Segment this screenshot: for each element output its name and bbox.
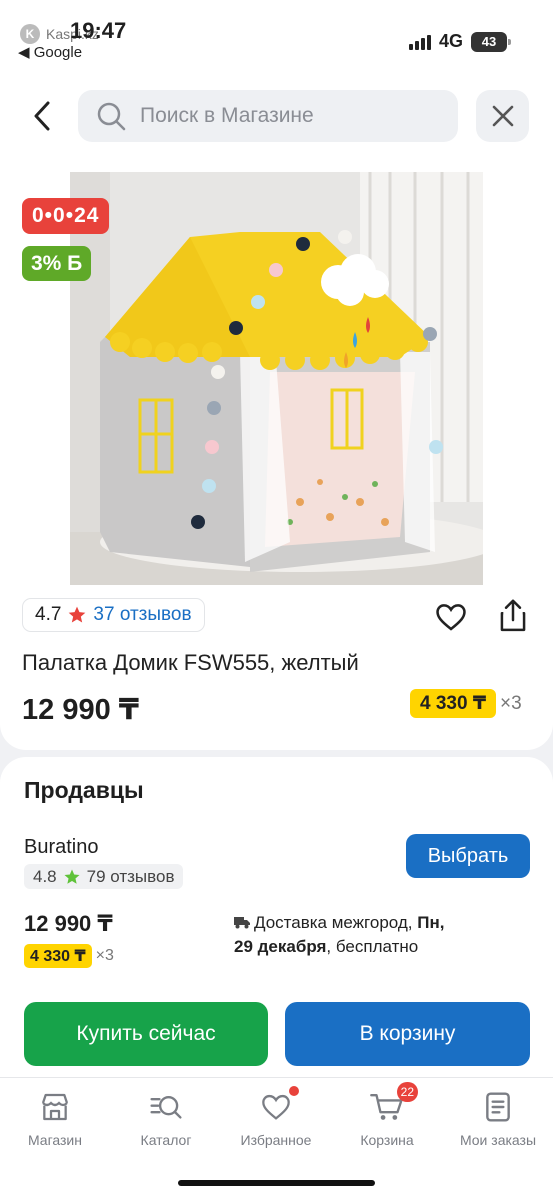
favorite-button[interactable] [434,600,468,634]
nav-item-favorites[interactable]: Избранное [221,1086,331,1148]
star-icon [64,869,80,884]
back-button[interactable] [22,92,62,140]
seller-name[interactable]: Buratino [24,836,99,859]
cart-icon: 22 [370,1082,418,1124]
installment-badge: 4 330 ₸ [410,689,497,718]
orders-icon [481,1090,515,1124]
nav-item-orders[interactable]: Мои заказы [443,1090,553,1148]
delivery-info: Доставка межгород, Пн, 29 декабря, беспла… [234,911,494,959]
add-to-cart-button[interactable]: В корзину [285,1002,530,1066]
nav-label: Избранное [240,1132,312,1148]
chevron-left-icon [34,101,50,131]
installment-info: 4 330 ₸ ×3 [410,689,522,718]
store-icon [38,1090,72,1124]
nav-item-catalog[interactable]: Каталог [111,1090,221,1148]
product-card: Поиск в Магазине 0•0•24 3% Б 4.7 37 отзы… [0,70,553,750]
cart-count-badge: 22 [396,1082,418,1102]
search-icon [97,102,126,131]
rating-value: 4.7 [35,604,62,625]
search-input[interactable]: Поиск в Магазине [78,90,458,142]
status-bar: K Kaspi.kz 19:47 ◀ Google 4G 43 [0,0,553,70]
seller-reviews: 79 отзывов [86,866,175,886]
delivery-prefix: Доставка межгород, [254,913,418,932]
reviews-link[interactable]: 37 отзывов [93,604,191,626]
battery-icon: 43 [471,31,511,52]
nav-item-cart[interactable]: 22 Корзина [332,1082,442,1148]
seller-installment-badge: 4 330 ₸ [24,944,92,968]
heart-icon [259,1086,299,1124]
seller-installment-multiplier: ×3 [95,947,114,964]
product-price: 12 990 ₸ [22,694,139,726]
installment-multiplier: ×3 [500,692,522,714]
product-image[interactable] [70,172,483,585]
seller-rating[interactable]: 4.8 79 отзывов [24,864,184,889]
timer-badge: 0•0•24 [22,198,110,234]
nav-item-store[interactable]: Магазин [0,1090,110,1148]
seller-installment: 4 330 ₸ ×3 [24,944,114,968]
status-indicators: 4G 43 [408,31,511,52]
delivery-day: Пн, [417,913,445,932]
heart-icon [436,604,466,631]
tent-image [70,172,483,585]
close-icon [492,105,513,127]
nav-label: Корзина [360,1132,414,1148]
sellers-title: Продавцы [24,777,144,803]
nav-label: Магазин [27,1132,82,1148]
product-title: Палатка Домик FSW555, желтый [22,650,359,675]
buy-now-button[interactable]: Купить сейчас [24,1002,268,1066]
choose-seller-button[interactable]: Выбрать [406,834,530,878]
delivery-suffix: , бесплатно [326,937,419,956]
share-icon [500,599,526,632]
nav-label: Каталог [140,1132,192,1148]
notification-dot [289,1086,299,1096]
home-indicator[interactable] [178,1180,375,1186]
nav-label: Мои заказы [459,1132,537,1148]
seller-price: 12 990 ₸ [24,911,113,936]
truck-icon [234,917,250,929]
catalog-icon [149,1090,183,1124]
signal-icon [408,34,431,50]
delivery-date: 29 декабря [234,937,327,956]
kaspi-logo-icon: K [20,24,40,44]
status-time: 19:47 [70,18,127,43]
share-button[interactable] [496,598,530,634]
bonus-badge: 3% Б [22,246,92,281]
rating-reviews[interactable]: 4.7 37 отзывов [22,598,205,632]
search-placeholder: Поиск в Магазине [140,104,314,127]
network-type: 4G [438,31,463,51]
back-to-app[interactable]: ◀ Google [18,43,82,61]
seller-rating-value: 4.8 [33,866,57,886]
star-icon [69,606,86,623]
close-button[interactable] [476,90,529,142]
